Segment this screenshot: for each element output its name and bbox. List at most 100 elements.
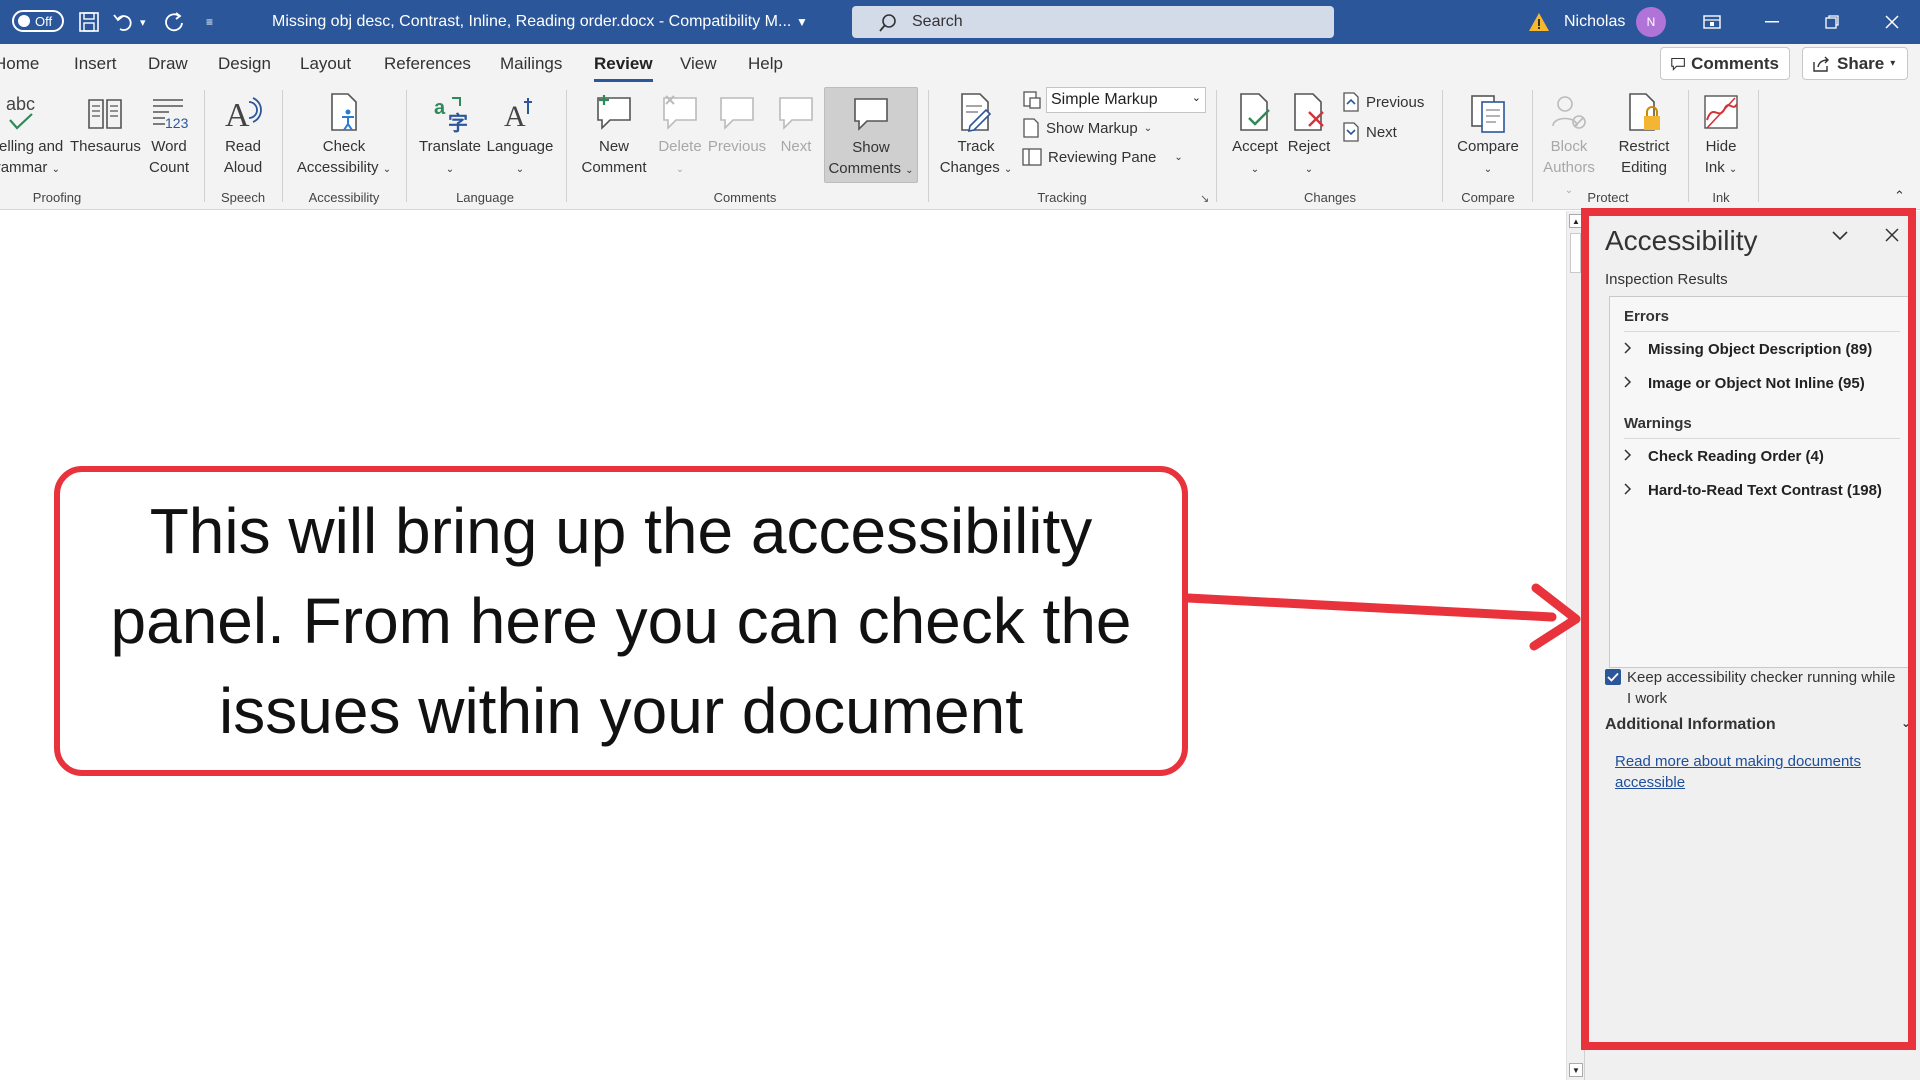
redo-icon[interactable] bbox=[164, 0, 186, 44]
collapse-ribbon-icon[interactable]: ⌃ bbox=[1894, 188, 1905, 204]
reviewing-pane-icon bbox=[1022, 148, 1042, 166]
delete-comment-button[interactable]: Delete ⌄ bbox=[652, 92, 708, 180]
user-name[interactable]: Nicholas bbox=[1564, 0, 1625, 44]
share-button-label: Share bbox=[1837, 53, 1885, 73]
show-comments-icon bbox=[854, 98, 888, 131]
accessibility-pane: Accessibility Inspection Results Errors … bbox=[1584, 211, 1920, 1080]
tab-draw[interactable]: Draw bbox=[148, 54, 188, 74]
autosave-toggle[interactable]: Off bbox=[12, 10, 64, 32]
chevron-down-icon[interactable]: ⌄ bbox=[1004, 164, 1012, 175]
chevron-right-icon bbox=[1624, 448, 1632, 465]
tab-design[interactable]: Design bbox=[218, 54, 271, 74]
next-change-button[interactable]: Next bbox=[1342, 122, 1397, 142]
new-comment-icon bbox=[597, 95, 631, 130]
vertical-scrollbar[interactable]: ▲ ▼ bbox=[1566, 211, 1584, 1080]
tab-help[interactable]: Help bbox=[748, 54, 783, 74]
search-box[interactable]: Search bbox=[852, 6, 1334, 38]
issue-item[interactable]: Check Reading Order (4) bbox=[1624, 448, 1824, 465]
group-label-changes: Changes bbox=[1303, 190, 1357, 205]
scroll-down-icon[interactable]: ▼ bbox=[1569, 1063, 1583, 1077]
issue-item[interactable]: Missing Object Description (89) bbox=[1624, 341, 1872, 358]
title-dropdown-icon[interactable]: ▼ bbox=[796, 0, 808, 44]
tracking-options-launcher-icon[interactable]: ↘ bbox=[1200, 192, 1209, 205]
group-separator bbox=[928, 90, 929, 202]
undo-icon[interactable] bbox=[112, 0, 136, 44]
undo-dropdown-icon[interactable]: ▾ bbox=[140, 0, 146, 44]
customize-toolbar-icon[interactable]: ≡ bbox=[206, 0, 213, 44]
save-icon[interactable] bbox=[78, 0, 100, 44]
tab-references[interactable]: References bbox=[384, 54, 471, 74]
restore-icon[interactable] bbox=[1804, 0, 1860, 44]
show-markup-button[interactable]: Show Markup ⌄ bbox=[1022, 118, 1152, 138]
word-count-label-2: Count bbox=[148, 159, 190, 176]
reviewing-pane-button[interactable]: Reviewing Pane ⌄ bbox=[1022, 148, 1183, 166]
tab-view[interactable]: View bbox=[680, 54, 717, 74]
issue-item[interactable]: Hard-to-Read Text Contrast (198) bbox=[1624, 482, 1882, 499]
read-aloud-icon: A bbox=[225, 97, 262, 134]
word-count-button[interactable]: 123 Word Count bbox=[144, 92, 194, 178]
chevron-down-icon[interactable]: ⌄ bbox=[905, 165, 913, 176]
new-comment-button[interactable]: New Comment bbox=[574, 92, 654, 178]
close-icon[interactable] bbox=[1864, 0, 1920, 44]
check-accessibility-button[interactable]: Check Accessibility ⌄ bbox=[290, 92, 398, 180]
pane-title: Accessibility bbox=[1605, 225, 1758, 256]
tab-mailings[interactable]: Mailings bbox=[500, 54, 562, 74]
previous-change-label: Previous bbox=[1366, 93, 1425, 111]
chevron-down-icon[interactable]: ⌄ bbox=[1174, 152, 1182, 163]
share-button[interactable]: Share ▾ bbox=[1802, 47, 1908, 80]
pane-close-icon[interactable] bbox=[1885, 228, 1899, 247]
lock-document-icon bbox=[1629, 93, 1660, 131]
toggle-knob bbox=[18, 15, 30, 27]
track-changes-button[interactable]: Track Changes ⌄ bbox=[936, 92, 1016, 180]
read-more-link[interactable]: Read more about making documents accessi… bbox=[1615, 751, 1905, 793]
reject-icon bbox=[1294, 93, 1324, 131]
language-button[interactable]: A Language ⌄ bbox=[484, 92, 556, 180]
chevron-down-icon: ⌄ bbox=[51, 164, 60, 175]
block-authors-label-1: Block bbox=[1550, 138, 1588, 155]
tab-home[interactable]: Home bbox=[0, 54, 39, 74]
previous-comment-button[interactable]: Previous bbox=[706, 92, 768, 157]
minimize-icon[interactable] bbox=[1744, 0, 1800, 44]
reject-button[interactable]: Reject ⌄ bbox=[1278, 92, 1340, 180]
block-authors-button[interactable]: Block Authors ⌄ bbox=[1538, 92, 1600, 201]
read-aloud-button[interactable]: A Read Aloud bbox=[212, 92, 274, 178]
chevron-down-icon[interactable]: ⌄ bbox=[383, 164, 391, 175]
tab-insert[interactable]: Insert bbox=[74, 54, 117, 74]
compare-button[interactable]: Compare ⌄ bbox=[1448, 92, 1528, 180]
chevron-down-icon[interactable]: ⌄ bbox=[1729, 164, 1737, 175]
group-separator bbox=[1688, 90, 1689, 202]
issue-item[interactable]: Image or Object Not Inline (95) bbox=[1624, 375, 1865, 392]
show-comments-button[interactable]: Show Comments ⌄ bbox=[824, 87, 918, 183]
pane-options-icon[interactable] bbox=[1831, 229, 1849, 247]
markup-mode-select[interactable]: Simple Markup ⌄ bbox=[1046, 87, 1206, 113]
keep-running-label[interactable]: Keep accessibility checker running while… bbox=[1627, 667, 1897, 709]
issue-label: Hard-to-Read Text Contrast (198) bbox=[1648, 482, 1882, 499]
keep-running-checkbox[interactable] bbox=[1605, 669, 1621, 685]
accept-icon bbox=[1240, 93, 1270, 131]
scroll-thumb[interactable] bbox=[1570, 233, 1581, 273]
share-dropdown-icon[interactable]: ▾ bbox=[1890, 58, 1895, 69]
chevron-down-icon[interactable]: ⌄ bbox=[1192, 91, 1201, 104]
accessibility-check-icon bbox=[331, 93, 357, 131]
thesaurus-button[interactable]: Thesaurus bbox=[70, 92, 141, 157]
comments-button[interactable]: Comments bbox=[1660, 47, 1790, 80]
user-avatar[interactable]: N bbox=[1636, 7, 1666, 37]
ribbon-display-options-icon[interactable] bbox=[1684, 0, 1740, 44]
translate-button[interactable]: a字 Translate ⌄ bbox=[414, 92, 486, 180]
read-aloud-label-1: Read bbox=[225, 138, 261, 155]
tab-review[interactable]: Review bbox=[594, 54, 653, 82]
restrict-editing-label-1: Restrict bbox=[1618, 138, 1670, 155]
hide-ink-button[interactable]: Hide Ink ⌄ bbox=[1696, 92, 1746, 180]
scroll-up-icon[interactable]: ▲ bbox=[1569, 214, 1583, 228]
warning-icon[interactable] bbox=[1528, 0, 1550, 44]
next-comment-button[interactable]: Next bbox=[768, 92, 824, 157]
restrict-editing-button[interactable]: Restrict Editing bbox=[1608, 92, 1680, 178]
additional-information-header[interactable]: Additional Information ⌄ bbox=[1605, 716, 1911, 734]
next-comment-icon bbox=[779, 97, 813, 130]
accept-button[interactable]: Accept ⌄ bbox=[1224, 92, 1286, 180]
spelling-grammar-button[interactable]: abc Spelling and Grammar ⌄ bbox=[0, 92, 70, 180]
group-label-tracking: Tracking bbox=[1037, 190, 1087, 205]
reject-label: Reject bbox=[1287, 138, 1331, 155]
previous-change-button[interactable]: Previous bbox=[1342, 92, 1424, 112]
tab-layout[interactable]: Layout bbox=[300, 54, 351, 74]
